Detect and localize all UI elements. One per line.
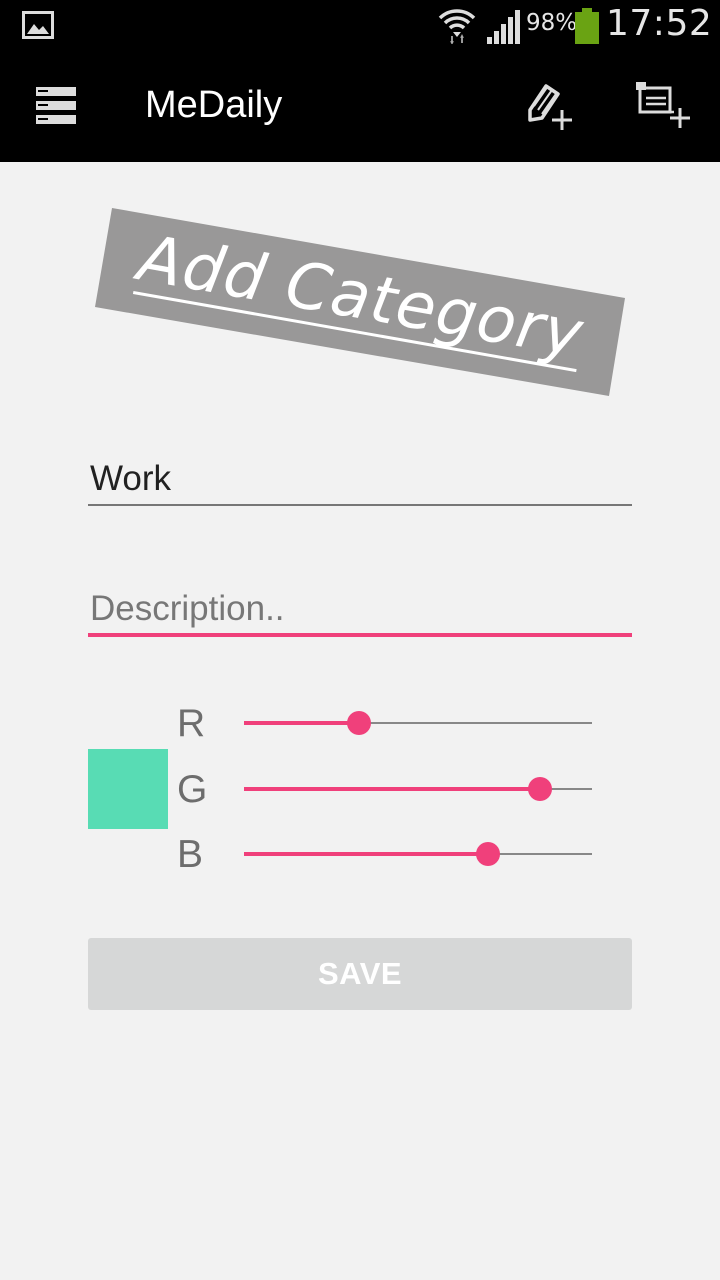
description-input[interactable] (88, 584, 634, 634)
menu-icon[interactable] (36, 87, 76, 125)
signal-icon (487, 10, 520, 44)
blue-slider[interactable] (244, 839, 592, 869)
clock: 17:52 (606, 3, 713, 44)
battery-icon (575, 8, 599, 44)
red-slider[interactable] (244, 708, 592, 738)
category-name-input[interactable] (88, 454, 634, 504)
wifi-icon (438, 9, 476, 44)
slider-fill (244, 852, 488, 856)
slider-thumb[interactable] (527, 777, 552, 801)
slider-thumb[interactable] (475, 842, 500, 866)
status-bar: 98% 17:52 (0, 0, 720, 50)
app-bar: MeDaily (0, 50, 720, 162)
add-category-icon[interactable] (634, 80, 694, 132)
add-category-banner: Add Category (95, 208, 625, 396)
green-label: G (177, 768, 208, 811)
battery-percent: 98% (526, 10, 578, 36)
color-preview-swatch (88, 749, 168, 829)
app-title: MeDaily (145, 84, 283, 126)
save-button[interactable]: SAVE (88, 938, 632, 1010)
red-label: R (177, 702, 206, 745)
name-underline (88, 504, 632, 506)
slider-fill (244, 787, 540, 791)
add-note-icon[interactable] (524, 80, 576, 132)
slider-fill (244, 721, 359, 725)
green-slider[interactable] (244, 774, 592, 804)
slider-thumb[interactable] (346, 711, 371, 735)
blue-label: B (177, 833, 204, 876)
description-underline (88, 633, 632, 637)
gallery-icon (22, 11, 54, 39)
